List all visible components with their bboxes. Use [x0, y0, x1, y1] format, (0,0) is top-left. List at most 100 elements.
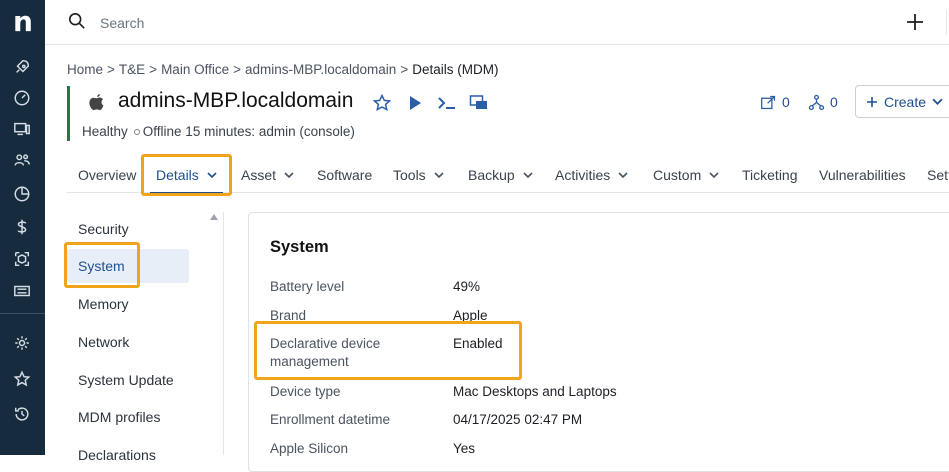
- subnav-item-security[interactable]: Security: [67, 212, 189, 246]
- tab-label: Overview: [78, 166, 137, 183]
- field-label-enrollment: Enrollment datetime: [270, 412, 391, 427]
- section-title: System: [270, 238, 329, 256]
- devices-icon[interactable]: [12, 119, 32, 139]
- tab-backup[interactable]: Backup: [468, 156, 533, 193]
- health-accent-bar: [67, 86, 70, 141]
- tab-label: Details: [156, 166, 199, 183]
- alerts-count: 0: [830, 94, 838, 110]
- gauge-icon[interactable]: [12, 88, 32, 108]
- favorite-star-icon[interactable]: [372, 93, 392, 113]
- tab-asset[interactable]: Asset: [241, 156, 294, 193]
- tab-label: Sett: [927, 166, 949, 183]
- alerts-button[interactable]: 0: [808, 92, 838, 112]
- apple-icon: [89, 93, 104, 111]
- breadcrumb-home[interactable]: Home: [67, 62, 103, 77]
- tasks-count: 0: [782, 94, 790, 110]
- subnav-item-system[interactable]: System: [67, 249, 189, 283]
- chevron-down-icon: [284, 171, 294, 178]
- subnav-item-network[interactable]: Network: [67, 325, 189, 359]
- subnav-item-memory[interactable]: Memory: [67, 287, 189, 321]
- plus-icon: [867, 96, 877, 107]
- offline-status: Offline 15 minutes: admin (console): [142, 124, 355, 139]
- field-label-battery: Battery level: [270, 279, 345, 294]
- device-status: Healthy Offline 15 minutes: admin (consol…: [82, 124, 355, 139]
- breadcrumb-device[interactable]: admins-MBP.localdomain: [245, 62, 396, 77]
- breadcrumb-separator: >: [233, 62, 241, 77]
- pie-chart-icon[interactable]: [12, 184, 32, 204]
- field-value-battery: 49%: [453, 279, 481, 294]
- settings-icon[interactable]: [12, 333, 32, 353]
- rail-divider: [0, 313, 45, 314]
- rocket-icon[interactable]: [12, 57, 32, 77]
- breadcrumb: Home > T&E > Main Office > admins-MBP.localdom…: [67, 62, 498, 77]
- tab-label: Backup: [468, 166, 515, 183]
- tab-settings[interactable]: Sett: [927, 156, 949, 193]
- chevron-down-icon: [207, 171, 217, 178]
- app-logo[interactable]: n: [11, 8, 35, 36]
- field-value-device-type: Mac Desktops and Laptops: [453, 384, 617, 399]
- ticket-icon[interactable]: [12, 281, 32, 301]
- tab-label: Ticketing: [742, 166, 798, 183]
- field-value-apple-silicon: Yes: [453, 441, 476, 456]
- tab-label: Vulnerabilities: [819, 166, 906, 183]
- breadcrumb-main-office[interactable]: Main Office: [161, 62, 229, 77]
- field-label-device-type: Device type: [270, 384, 341, 399]
- subnav-item-mdm-profiles[interactable]: MDM profiles: [67, 400, 189, 434]
- tab-label: Asset: [241, 166, 277, 183]
- chevron-down-icon: [709, 171, 719, 178]
- field-value-enrollment: 04/17/2025 02:47 PM: [453, 412, 583, 427]
- tab-label: Custom: [653, 166, 702, 183]
- field-label-brand: Brand: [270, 308, 307, 323]
- field-value-ddm: Enabled: [453, 336, 503, 351]
- subnav-item-declarations[interactable]: Declarations: [67, 438, 189, 472]
- breadcrumb-te[interactable]: T&E: [119, 62, 145, 77]
- package-icon[interactable]: [12, 249, 32, 269]
- tab-custom[interactable]: Custom: [653, 156, 719, 193]
- breadcrumb-separator: >: [149, 62, 158, 77]
- field-label-apple-silicon: Apple Silicon: [270, 441, 349, 456]
- tab-vulnerabilities[interactable]: Vulnerabilities: [819, 156, 906, 193]
- chevron-down-icon: [932, 98, 943, 105]
- topbar-divider: [946, 10, 947, 35]
- device-title: admins-MBP.localdomain: [118, 89, 354, 112]
- remote-control-icon[interactable]: [469, 93, 489, 113]
- system-details-card: System Battery level 49% Brand Apple Dec…: [248, 212, 949, 472]
- subnav-item-system-update[interactable]: System Update: [67, 363, 189, 397]
- tab-activities[interactable]: Activities: [555, 156, 628, 193]
- task-export-icon: [761, 95, 776, 109]
- offline-dot-icon: [133, 128, 140, 135]
- field-value-brand: Apple: [453, 308, 488, 323]
- star-icon[interactable]: [12, 369, 32, 389]
- tab-overview[interactable]: Overview: [78, 156, 136, 193]
- chevron-down-icon: [618, 171, 628, 178]
- create-button[interactable]: Create: [855, 85, 949, 118]
- left-nav-rail: n: [0, 0, 45, 455]
- search-icon[interactable]: [68, 12, 86, 30]
- chevron-down-icon: [434, 171, 444, 178]
- dollar-icon[interactable]: [12, 217, 32, 237]
- chevron-down-icon: [523, 171, 533, 178]
- search-input[interactable]: [100, 12, 400, 34]
- history-icon[interactable]: [12, 404, 32, 424]
- tab-label: Software: [317, 166, 373, 183]
- add-button[interactable]: [905, 12, 925, 32]
- tab-software[interactable]: Software: [317, 156, 372, 193]
- network-tree-icon: [808, 94, 825, 110]
- terminal-icon[interactable]: [437, 93, 457, 113]
- details-subnav: Security System Memory Network System Up…: [67, 212, 224, 463]
- tab-tools[interactable]: Tools: [393, 156, 444, 193]
- tasks-button[interactable]: 0: [760, 92, 790, 112]
- tab-label: Activities: [555, 166, 611, 183]
- run-script-icon[interactable]: [405, 93, 425, 113]
- tab-ticketing[interactable]: Ticketing: [742, 156, 798, 193]
- breadcrumb-separator: >: [107, 62, 115, 77]
- breadcrumb-current: Details (MDM): [412, 62, 499, 77]
- top-bar: [45, 0, 949, 45]
- tab-bar: Overview Details Asset Software Tools Ba…: [67, 156, 949, 194]
- users-icon[interactable]: [12, 150, 32, 170]
- scroll-up-arrow-icon[interactable]: [210, 214, 218, 220]
- create-label: Create: [884, 93, 927, 110]
- tab-label: Tools: [393, 166, 426, 183]
- tab-details[interactable]: Details: [150, 156, 223, 194]
- health-status: Healthy: [82, 124, 128, 139]
